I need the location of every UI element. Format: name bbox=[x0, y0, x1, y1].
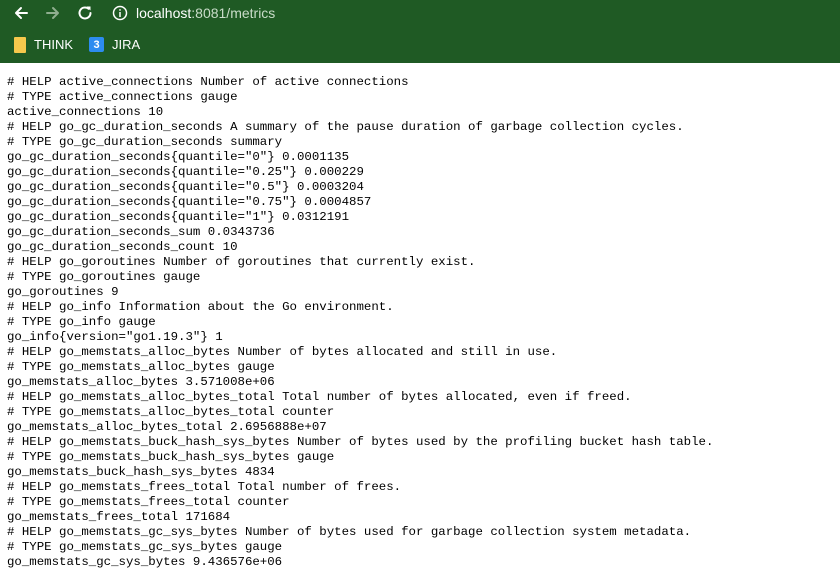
browser-toolbar: localhost:8081/metrics bbox=[0, 0, 840, 26]
jira-icon: 3 bbox=[89, 37, 104, 52]
type-comment-line: # TYPE go_info gauge bbox=[7, 315, 156, 329]
bookmark-label: THINK bbox=[34, 37, 73, 52]
type-comment-line: # TYPE go_memstats_buck_hash_sys_bytes g… bbox=[7, 450, 335, 464]
help-comment-line: # HELP go_memstats_buck_hash_sys_bytes N… bbox=[7, 435, 714, 449]
metric-value-line: go_goroutines 9 bbox=[7, 285, 119, 299]
bookmarks-bar: THINK 3 JIRA bbox=[0, 26, 840, 63]
metrics-page-content: # HELP active_connections Number of acti… bbox=[0, 63, 840, 571]
help-comment-line: # HELP go_gc_duration_seconds A summary … bbox=[7, 120, 684, 134]
back-button[interactable] bbox=[10, 2, 32, 24]
metric-value-line: go_memstats_alloc_bytes_total 2.6956888e… bbox=[7, 420, 327, 434]
metric-value-line: go_gc_duration_seconds{quantile="0.5"} 0… bbox=[7, 180, 364, 194]
metric-value-line: go_memstats_frees_total 171684 bbox=[7, 510, 231, 524]
type-comment-line: # TYPE go_memstats_gc_sys_bytes gauge bbox=[7, 540, 283, 554]
metric-value-line: active_connections 10 bbox=[7, 105, 164, 119]
url-text[interactable]: localhost:8081/metrics bbox=[136, 5, 275, 21]
type-comment-line: # TYPE go_gc_duration_seconds summary bbox=[7, 135, 283, 149]
metric-value-line: go_memstats_gc_sys_bytes 9.436576e+06 bbox=[7, 555, 283, 569]
folder-icon bbox=[14, 36, 26, 53]
type-comment-line: # TYPE active_connections gauge bbox=[7, 90, 238, 104]
metric-value-line: go_memstats_buck_hash_sys_bytes 4834 bbox=[7, 465, 275, 479]
type-comment-line: # TYPE go_memstats_alloc_bytes_total cou… bbox=[7, 405, 335, 419]
help-comment-line: # HELP go_info Information about the Go … bbox=[7, 300, 394, 314]
metric-value-line: go_info{version="go1.19.3"} 1 bbox=[7, 330, 223, 344]
info-icon[interactable] bbox=[112, 5, 128, 21]
reload-icon bbox=[78, 6, 92, 20]
type-comment-line: # TYPE go_memstats_alloc_bytes gauge bbox=[7, 360, 275, 374]
reload-button[interactable] bbox=[74, 2, 96, 24]
metric-value-line: go_gc_duration_seconds{quantile="0.25"} … bbox=[7, 165, 364, 179]
help-comment-line: # HELP go_memstats_frees_total Total num… bbox=[7, 480, 402, 494]
type-comment-line: # TYPE go_memstats_frees_total counter bbox=[7, 495, 290, 509]
type-comment-line: # TYPE go_goroutines gauge bbox=[7, 270, 201, 284]
arrow-left-icon bbox=[15, 7, 28, 19]
metric-value-line: go_gc_duration_seconds{quantile="1"} 0.0… bbox=[7, 210, 350, 224]
address-bar[interactable]: localhost:8081/metrics bbox=[112, 2, 275, 24]
help-comment-line: # HELP active_connections Number of acti… bbox=[7, 75, 409, 89]
metric-value-line: go_gc_duration_seconds{quantile="0.75"} … bbox=[7, 195, 372, 209]
help-comment-line: # HELP go_goroutines Number of goroutine… bbox=[7, 255, 476, 269]
bookmark-think[interactable]: THINK bbox=[14, 36, 73, 53]
bookmark-jira[interactable]: 3 JIRA bbox=[89, 37, 140, 52]
forward-button[interactable] bbox=[42, 2, 64, 24]
help-comment-line: # HELP go_memstats_gc_sys_bytes Number o… bbox=[7, 525, 692, 539]
metric-value-line: go_gc_duration_seconds{quantile="0"} 0.0… bbox=[7, 150, 350, 164]
help-comment-line: # HELP go_memstats_alloc_bytes Number of… bbox=[7, 345, 558, 359]
help-comment-line: # HELP go_memstats_alloc_bytes_total Tot… bbox=[7, 390, 632, 404]
metric-value-line: go_memstats_alloc_bytes 3.571008e+06 bbox=[7, 375, 275, 389]
browser-chrome: localhost:8081/metrics THINK 3 JIRA bbox=[0, 0, 840, 63]
url-path: :8081/metrics bbox=[191, 5, 276, 21]
metric-value-line: go_gc_duration_seconds_count 10 bbox=[7, 240, 238, 254]
bookmark-label: JIRA bbox=[112, 37, 141, 52]
arrow-right-icon bbox=[46, 7, 59, 19]
url-host: localhost bbox=[136, 5, 192, 21]
metric-value-line: go_gc_duration_seconds_sum 0.0343736 bbox=[7, 225, 275, 239]
